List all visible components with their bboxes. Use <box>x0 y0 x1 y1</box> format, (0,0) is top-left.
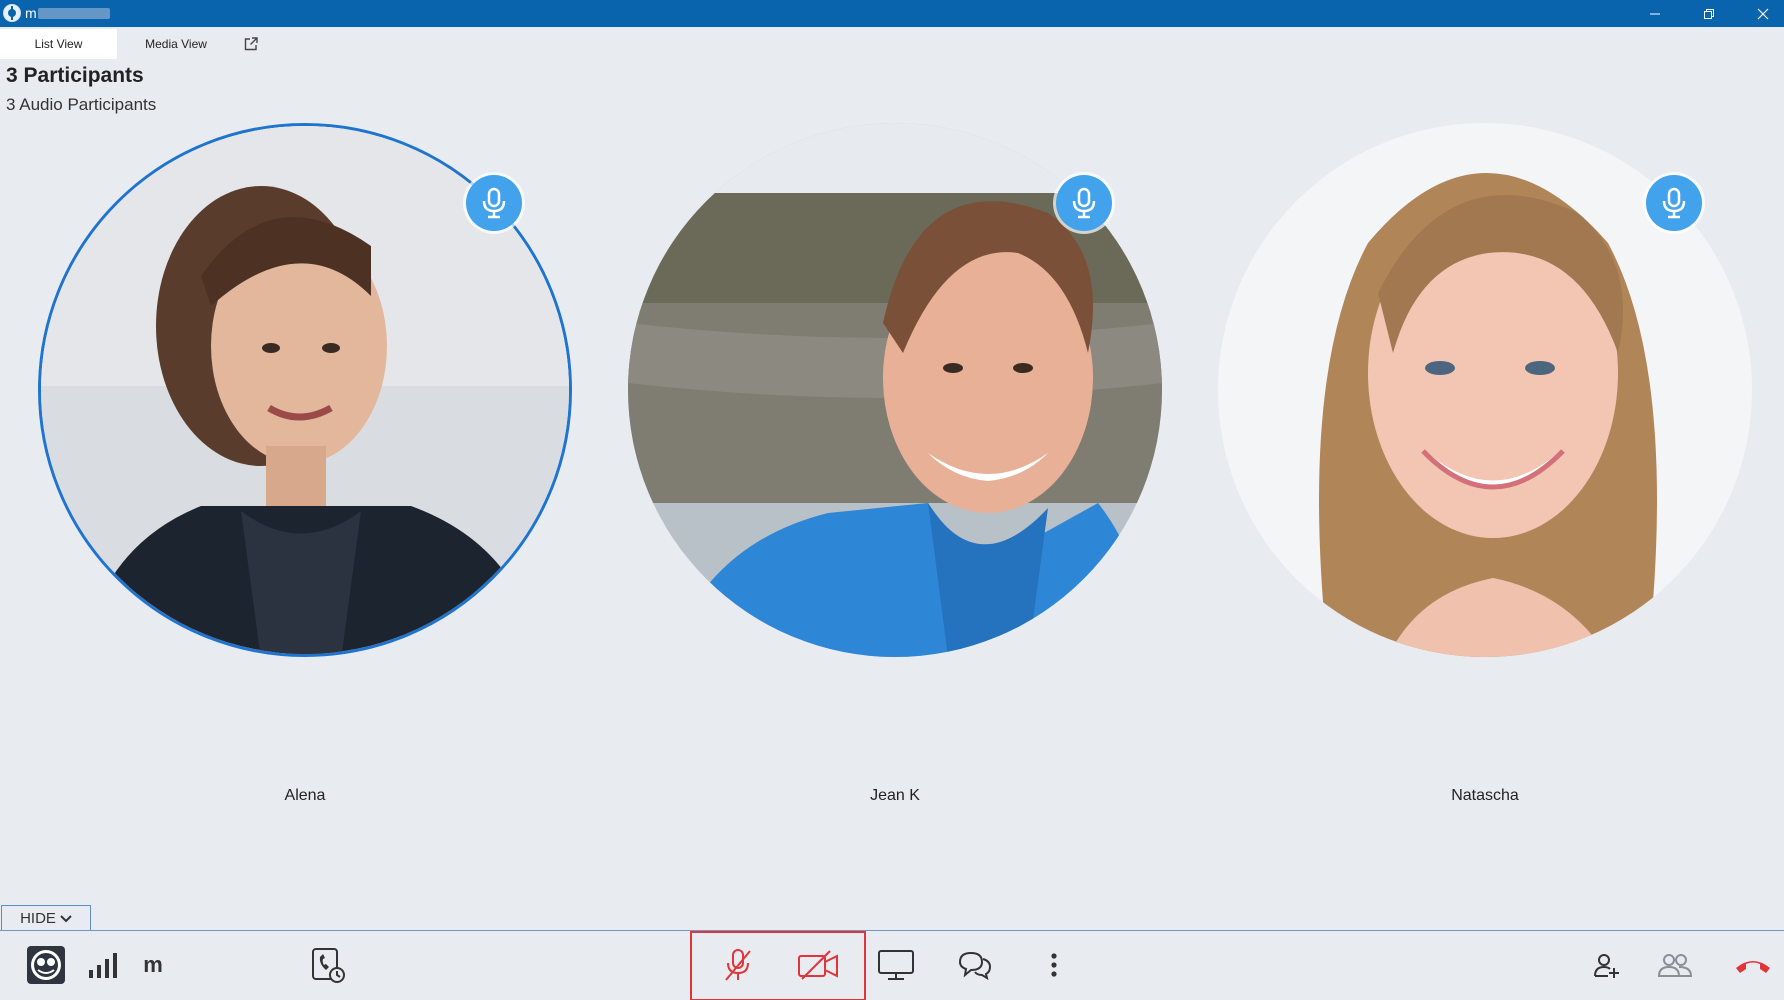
hide-label: HIDE <box>20 910 56 927</box>
microphone-icon <box>1662 187 1686 219</box>
mic-active-badge <box>1056 175 1112 231</box>
redacted-title-text <box>38 8 110 19</box>
tab-list-view[interactable]: List View <box>0 29 117 59</box>
self-avatar-button[interactable] <box>24 943 68 987</box>
restore-button[interactable] <box>1682 0 1736 27</box>
phone-settings-icon <box>312 948 345 983</box>
minimize-button[interactable] <box>1628 0 1682 27</box>
users-icon <box>1657 954 1693 977</box>
more-vertical-icon <box>1051 953 1057 977</box>
microphone-icon <box>1072 187 1096 219</box>
participant-card[interactable]: Alena <box>38 123 572 804</box>
mic-active-badge <box>466 175 522 231</box>
participant-name: Natascha <box>1451 787 1519 804</box>
signal-bars-icon <box>89 953 117 978</box>
app-globe-icon <box>3 4 21 22</box>
participant-name: Alena <box>284 787 326 804</box>
window-title: m <box>25 5 37 21</box>
chevron-down-icon <box>60 914 72 922</box>
audio-participants-count: 3 Audio Participants <box>6 95 157 114</box>
participant-card[interactable]: Jean K <box>628 123 1162 804</box>
chat-button[interactable] <box>955 943 995 987</box>
participant-name: Jean K <box>870 787 920 804</box>
call-settings-button[interactable] <box>308 943 348 987</box>
network-quality-indicator[interactable] <box>84 943 124 987</box>
tab-media-view[interactable]: Media View <box>117 29 235 59</box>
monitor-icon <box>878 950 914 980</box>
chat-bubbles-icon <box>958 951 992 981</box>
phone-hangup-icon <box>1736 961 1770 973</box>
participants-count: 3 Participants <box>6 64 144 87</box>
call-toolbar: m <box>0 930 1784 1000</box>
mute-microphone-button[interactable] <box>716 943 760 987</box>
participants-list-button[interactable] <box>1655 943 1695 987</box>
share-screen-button[interactable] <box>876 943 916 987</box>
restore-icon <box>1704 8 1714 19</box>
external-link-icon <box>244 37 258 51</box>
microphone-muted-icon <box>725 949 751 981</box>
hang-up-button[interactable] <box>1732 943 1774 987</box>
video-off-icon <box>798 950 838 980</box>
hide-toolbar-button[interactable]: HIDE <box>1 905 91 931</box>
add-user-icon <box>1594 954 1619 978</box>
add-participant-button[interactable] <box>1592 943 1622 987</box>
user-initial-label: m <box>143 952 163 977</box>
avatar-icon <box>27 946 65 984</box>
participant-card[interactable]: Natascha <box>1218 123 1752 804</box>
close-button[interactable] <box>1736 0 1784 27</box>
close-icon <box>1757 8 1769 19</box>
minimize-icon <box>1650 13 1660 14</box>
microphone-icon <box>482 187 506 219</box>
title-bar: m <box>0 0 1784 27</box>
popout-button[interactable] <box>240 29 262 59</box>
view-tabs: List View Media View <box>0 27 1784 62</box>
more-options-button[interactable] <box>1044 943 1064 987</box>
video-toggle-button[interactable] <box>794 943 842 987</box>
mic-active-badge <box>1646 175 1702 231</box>
